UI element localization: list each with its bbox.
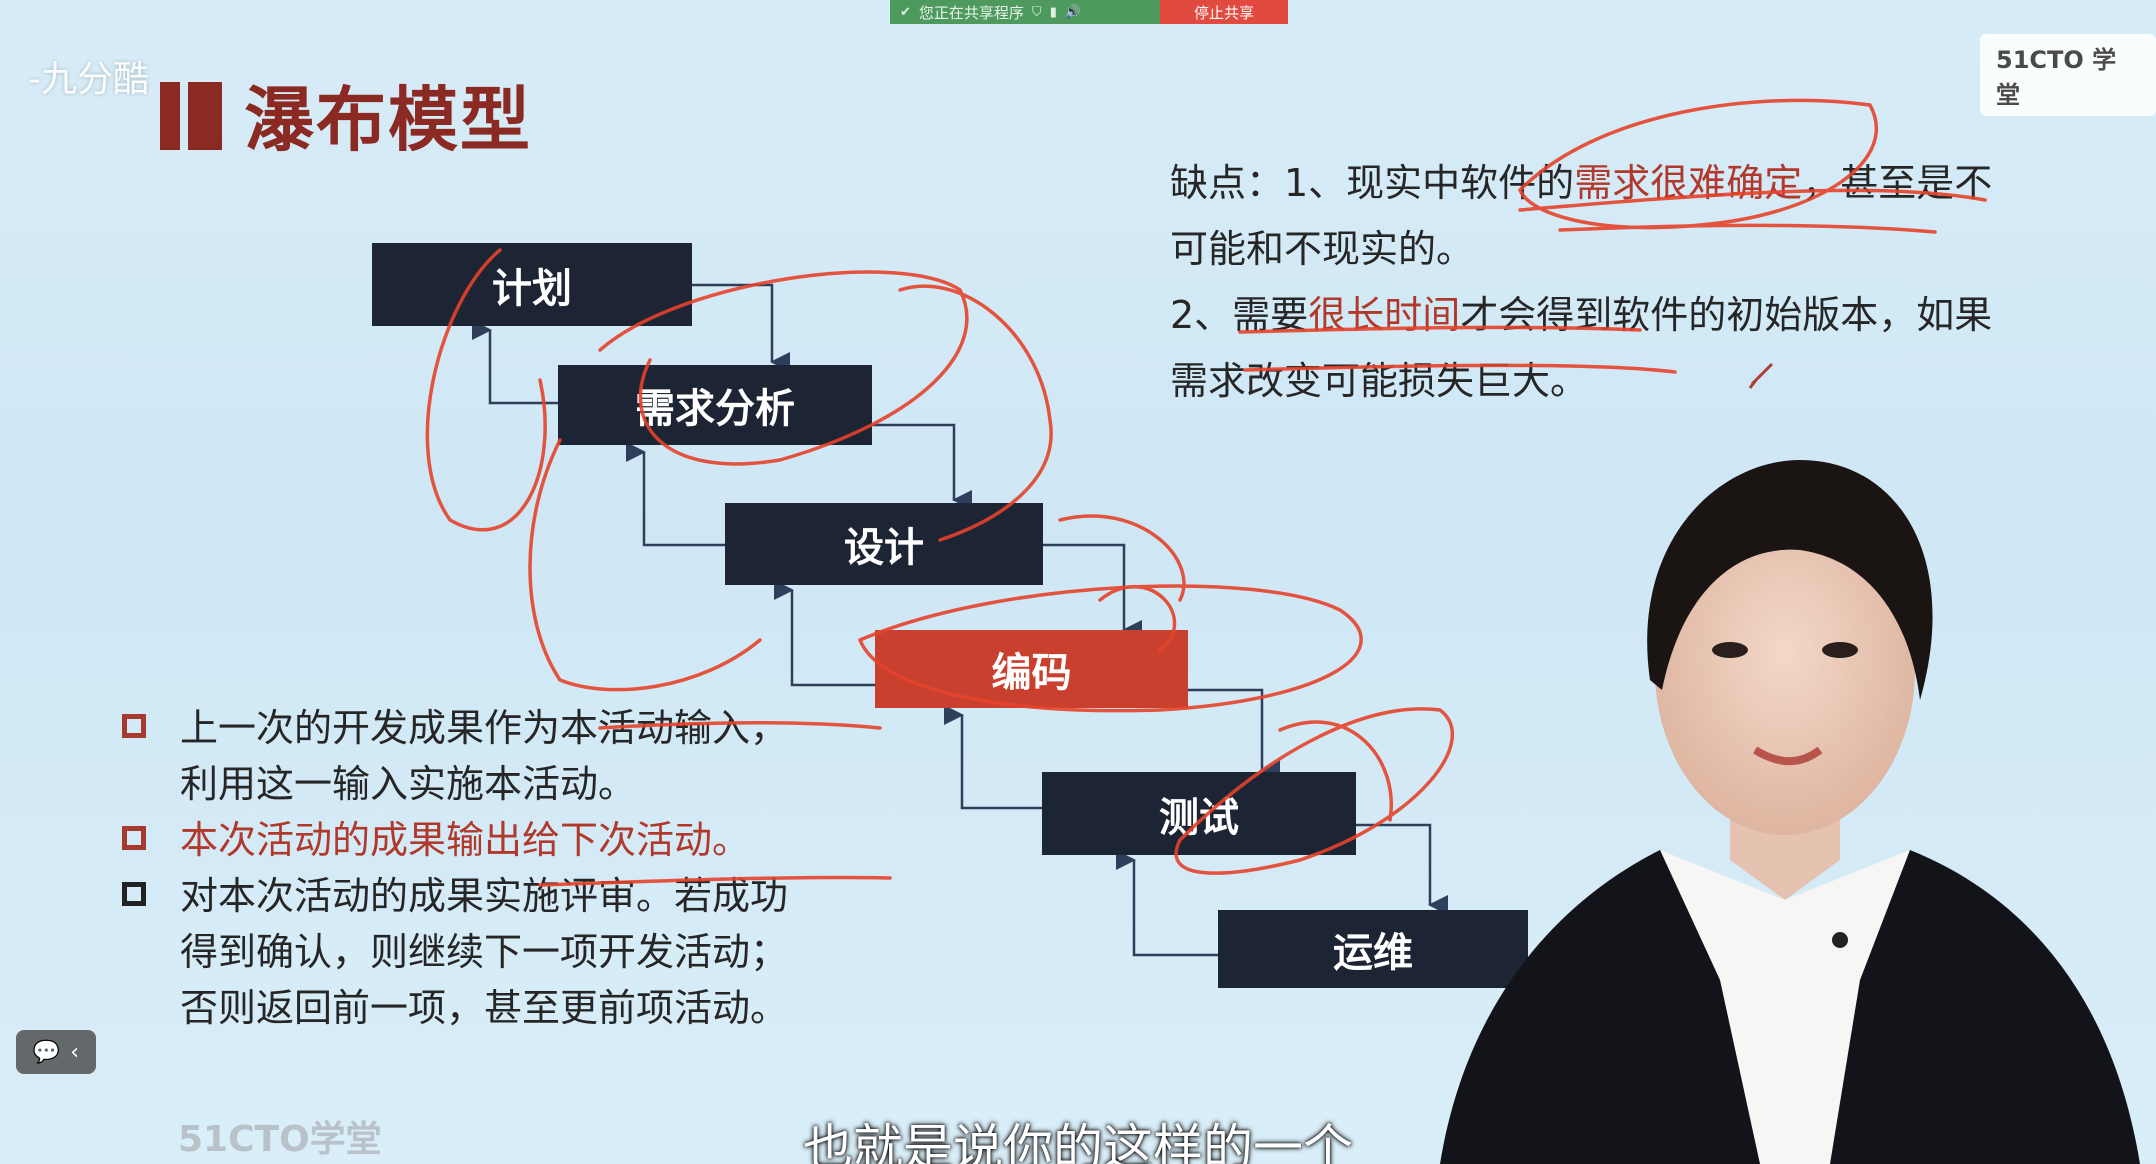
chat-toggle[interactable]: 💬 ‹ [16, 1030, 96, 1074]
chevron-left-icon: ‹ [70, 1039, 80, 1065]
chat-bubble-icon: 💬 [32, 1039, 61, 1065]
video-subtitle: 也就是说你的这样的一个 [803, 1119, 1353, 1164]
presenter-video [1440, 460, 2140, 1164]
pen-cursor-icon [1748, 362, 1774, 389]
video-stage: ✔ 您正在共享程序 ⛉ ▮ 🔊 停止共享 -九分酷 51CTO 学堂 瀑布模型 [0, 0, 2156, 1164]
